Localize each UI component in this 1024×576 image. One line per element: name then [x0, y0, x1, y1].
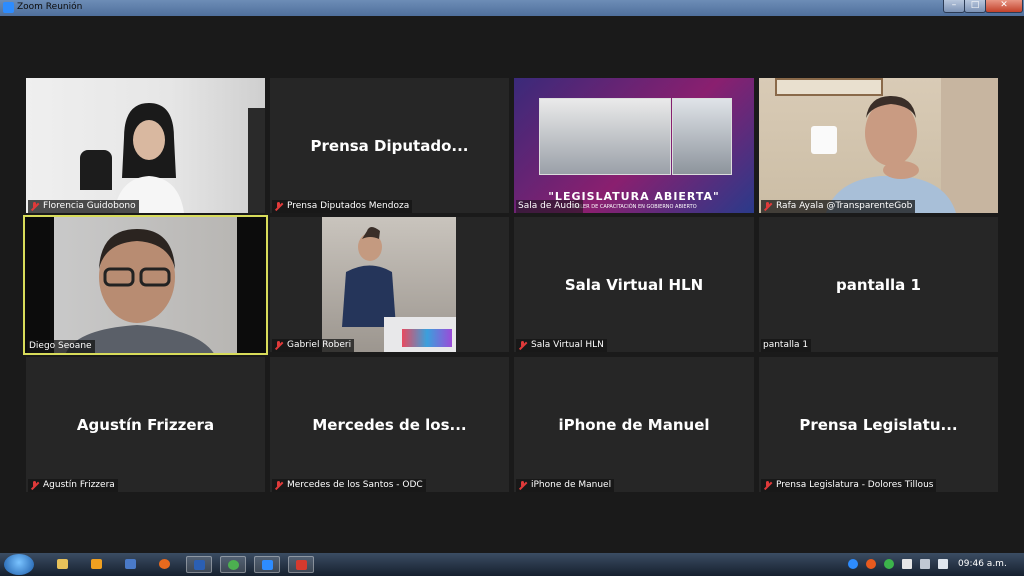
flag-icon[interactable] [902, 559, 912, 569]
app-icon [125, 559, 136, 569]
muted-mic-icon [518, 340, 527, 351]
video-tile-sala-de-audio[interactable]: "LEGISLATURA ABIERTA" TALLER DE CAPACITA… [514, 78, 754, 213]
participant-display-name: iPhone de Manuel [558, 415, 710, 434]
participant-display-name: Prensa Legislatu... [799, 415, 958, 434]
participant-display-name: Sala Virtual HLN [564, 275, 704, 294]
muted-mic-icon [274, 480, 283, 491]
video-tile-rafa-ayala[interactable]: Rafa Ayala @TransparenteGob [759, 78, 998, 213]
taskbar-explorer[interactable] [50, 556, 76, 573]
participant-nametag: Diego Seoane [27, 340, 95, 353]
alert-tray-icon[interactable] [866, 559, 876, 569]
participant-display-name: Agustín Frizzera [76, 415, 215, 434]
media-player-icon [91, 559, 102, 569]
participant-nametag: Prensa Legislatura - Dolores Tillous [761, 479, 937, 492]
muted-mic-icon [274, 201, 283, 212]
participant-name: pantalla 1 [763, 340, 809, 350]
participant-nametag: Prensa Diputados Mendoza [272, 200, 413, 213]
dark-object [248, 108, 265, 213]
participant-name: Rafa Ayala @TransparenteGob [776, 201, 913, 211]
participant-name: Sala Virtual HLN [531, 340, 604, 350]
participant-nametag: pantalla 1 [761, 339, 812, 352]
participant-video [66, 229, 214, 353]
folder-icon [57, 559, 68, 569]
participant-video [114, 103, 184, 213]
window-title: Zoom Reunión [17, 2, 83, 12]
maximize-button[interactable]: □ [964, 0, 986, 13]
participant-nametag: Mercedes de los Santos - ODC [272, 479, 426, 492]
video-tile-pantalla-1[interactable]: pantalla 1 pantalla 1 [759, 217, 998, 352]
start-button[interactable] [4, 554, 34, 575]
video-tile-diego-seoane-active-speaker[interactable]: Diego Seoane [23, 215, 268, 355]
taskbar-chrome[interactable] [220, 556, 246, 573]
video-tile-mercedes-de-los-santos[interactable]: Mercedes de los... Mercedes de los Santo… [270, 357, 509, 492]
muted-mic-icon [518, 480, 527, 491]
sync-tray-icon[interactable] [884, 559, 894, 569]
participant-name: Gabriel Roberi [287, 340, 352, 350]
volume-icon[interactable] [938, 559, 948, 569]
video-tile-sala-virtual-hln[interactable]: Sala Virtual HLN Sala Virtual HLN [514, 217, 754, 352]
participant-name: iPhone de Manuel [531, 480, 612, 490]
video-tile-prensa-diputados[interactable]: Prensa Diputado... Prensa Diputados Mend… [270, 78, 509, 213]
muted-mic-icon [274, 340, 283, 351]
zoom-tray-icon[interactable] [848, 559, 858, 569]
windows-taskbar: 09:46 a.m. [0, 553, 1024, 576]
participant-nametag: Gabriel Roberi [272, 339, 355, 352]
shared-video-audience [539, 98, 671, 175]
participant-name: Florencia Guidobono [43, 201, 136, 211]
muted-mic-icon [30, 201, 39, 212]
video-tile-prensa-legislatura[interactable]: Prensa Legislatu... Prensa Legislatura -… [759, 357, 998, 492]
participant-nametag: Agustín Frizzera [28, 479, 118, 492]
taskbar-firefox[interactable] [152, 556, 178, 573]
participant-nametag: Sala de Audio [516, 200, 583, 213]
close-button[interactable]: ✕ [985, 0, 1023, 13]
participant-name: Diego Seoane [29, 341, 92, 351]
participant-name: Mercedes de los Santos - ODC [287, 480, 423, 490]
muted-mic-icon [30, 480, 39, 491]
participant-video [322, 217, 456, 352]
zoom-icon [262, 560, 273, 570]
video-tile-iphone-de-manuel[interactable]: iPhone de Manuel iPhone de Manuel [514, 357, 754, 492]
video-tile-gabriel-roberi[interactable]: Gabriel Roberi [270, 217, 509, 352]
participant-display-name: pantalla 1 [836, 275, 921, 294]
taskbar-app-red[interactable] [288, 556, 314, 573]
minimize-button[interactable]: – [943, 0, 965, 13]
participant-video [826, 96, 956, 213]
word-icon [194, 560, 205, 570]
participant-nametag: Sala Virtual HLN [516, 339, 607, 352]
speaker-figure [342, 227, 456, 352]
chair [80, 150, 112, 190]
participant-nametag: Rafa Ayala @TransparenteGob [761, 200, 916, 213]
shared-video-speaker [672, 98, 732, 175]
zoom-app-icon [3, 2, 14, 13]
app-red-icon [296, 560, 307, 570]
chrome-icon [228, 560, 239, 570]
participant-name: Sala de Audio [518, 201, 580, 211]
video-tile-agustin-frizzera[interactable]: Agustín Frizzera Agustín Frizzera [26, 357, 265, 492]
participant-name: Prensa Diputados Mendoza [287, 201, 410, 211]
taskbar-clock[interactable]: 09:46 a.m. [958, 559, 1007, 569]
taskbar-app[interactable] [118, 556, 144, 573]
participant-display-name: Mercedes de los... [312, 415, 467, 434]
network-icon[interactable] [920, 559, 930, 569]
muted-mic-icon [763, 480, 772, 491]
participant-name: Prensa Legislatura - Dolores Tillous [776, 480, 934, 490]
video-tile-florencia[interactable]: Florencia Guidobono [26, 78, 265, 213]
firefox-icon [159, 559, 170, 569]
taskbar-media-player[interactable] [84, 556, 110, 573]
taskbar-word[interactable] [186, 556, 212, 573]
participant-nametag: Florencia Guidobono [28, 200, 139, 213]
muted-mic-icon [763, 201, 772, 212]
participant-name: Agustín Frizzera [43, 480, 115, 490]
participant-nametag: iPhone de Manuel [516, 479, 615, 492]
window-titlebar[interactable]: Zoom Reunión – □ ✕ [0, 0, 1024, 16]
participant-display-name: Prensa Diputado... [310, 136, 469, 155]
taskbar-zoom[interactable] [254, 556, 280, 573]
